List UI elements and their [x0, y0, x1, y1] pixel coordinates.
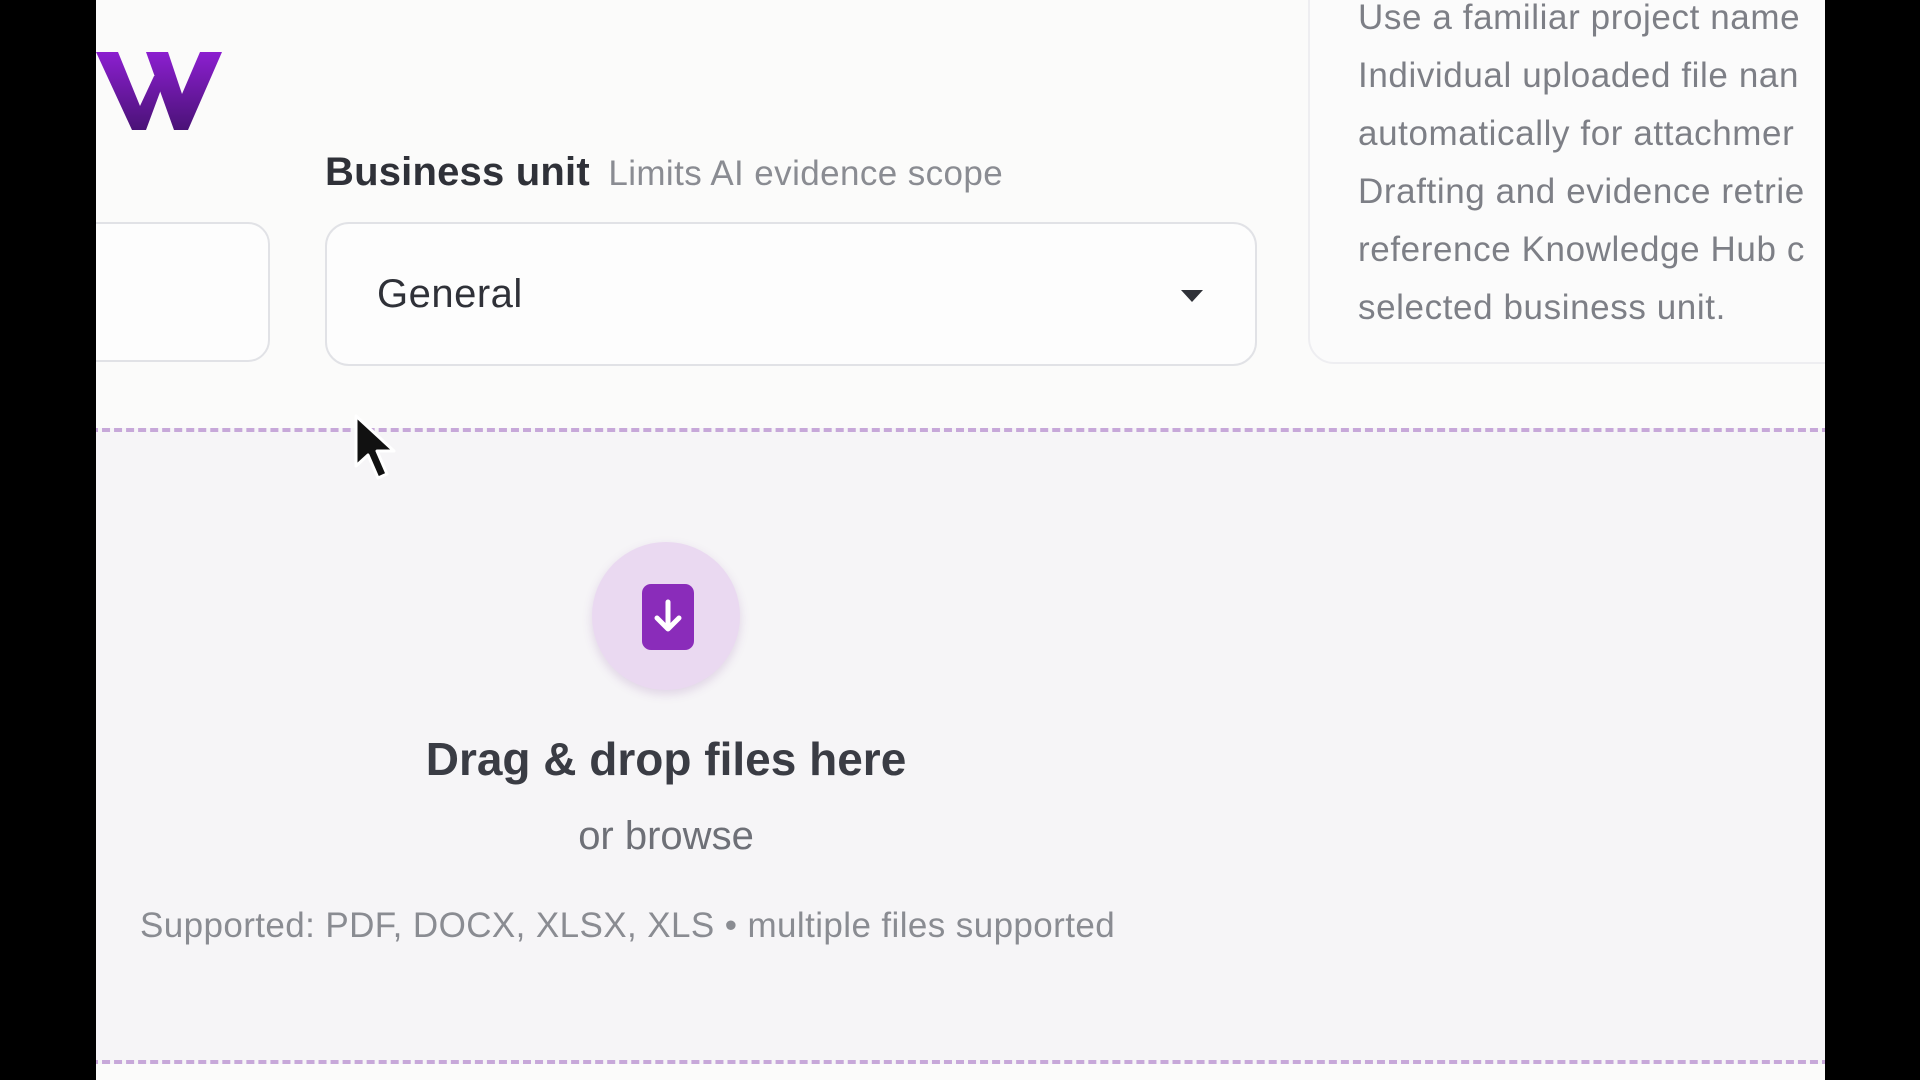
previous-input-field[interactable] — [96, 222, 270, 362]
business-unit-label: Business unit — [325, 150, 590, 194]
supported-formats-text: Supported: PDF, DOCX, XLSX, XLS • multip… — [140, 906, 1116, 945]
dropzone-title: Drag & drop files here — [425, 733, 907, 785]
help-card-line: Drafting and evidence retrie — [1358, 172, 1805, 211]
help-card-line: selected business unit. — [1358, 288, 1726, 327]
help-card-line: automatically for attachmer — [1358, 114, 1795, 153]
mouse-pointer-icon — [354, 414, 396, 480]
file-dropzone[interactable]: Drag & drop files here or browse Support… — [96, 428, 1825, 1064]
business-unit-label-row: Business unit Limits AI evidence scope — [325, 150, 1003, 195]
business-unit-select[interactable]: General — [325, 222, 1257, 366]
upload-icon-circle — [592, 542, 740, 690]
browse-link[interactable]: or browse — [578, 814, 754, 859]
help-card-line: Use a familiar project name — [1358, 0, 1801, 37]
help-card: Use a familiar project name Individual u… — [1308, 0, 1825, 364]
upload-page: Business unit Limits AI evidence scope G… — [96, 0, 1825, 1080]
help-card-line: reference Knowledge Hub c — [1358, 230, 1805, 269]
download-file-icon — [642, 584, 694, 650]
help-card-line: Individual uploaded file nan — [1358, 56, 1800, 95]
business-unit-selected-value: General — [377, 272, 523, 316]
business-unit-hint: Limits AI evidence scope — [608, 154, 1004, 193]
v-logo-icon — [96, 52, 222, 130]
caret-down-icon — [1181, 290, 1203, 302]
